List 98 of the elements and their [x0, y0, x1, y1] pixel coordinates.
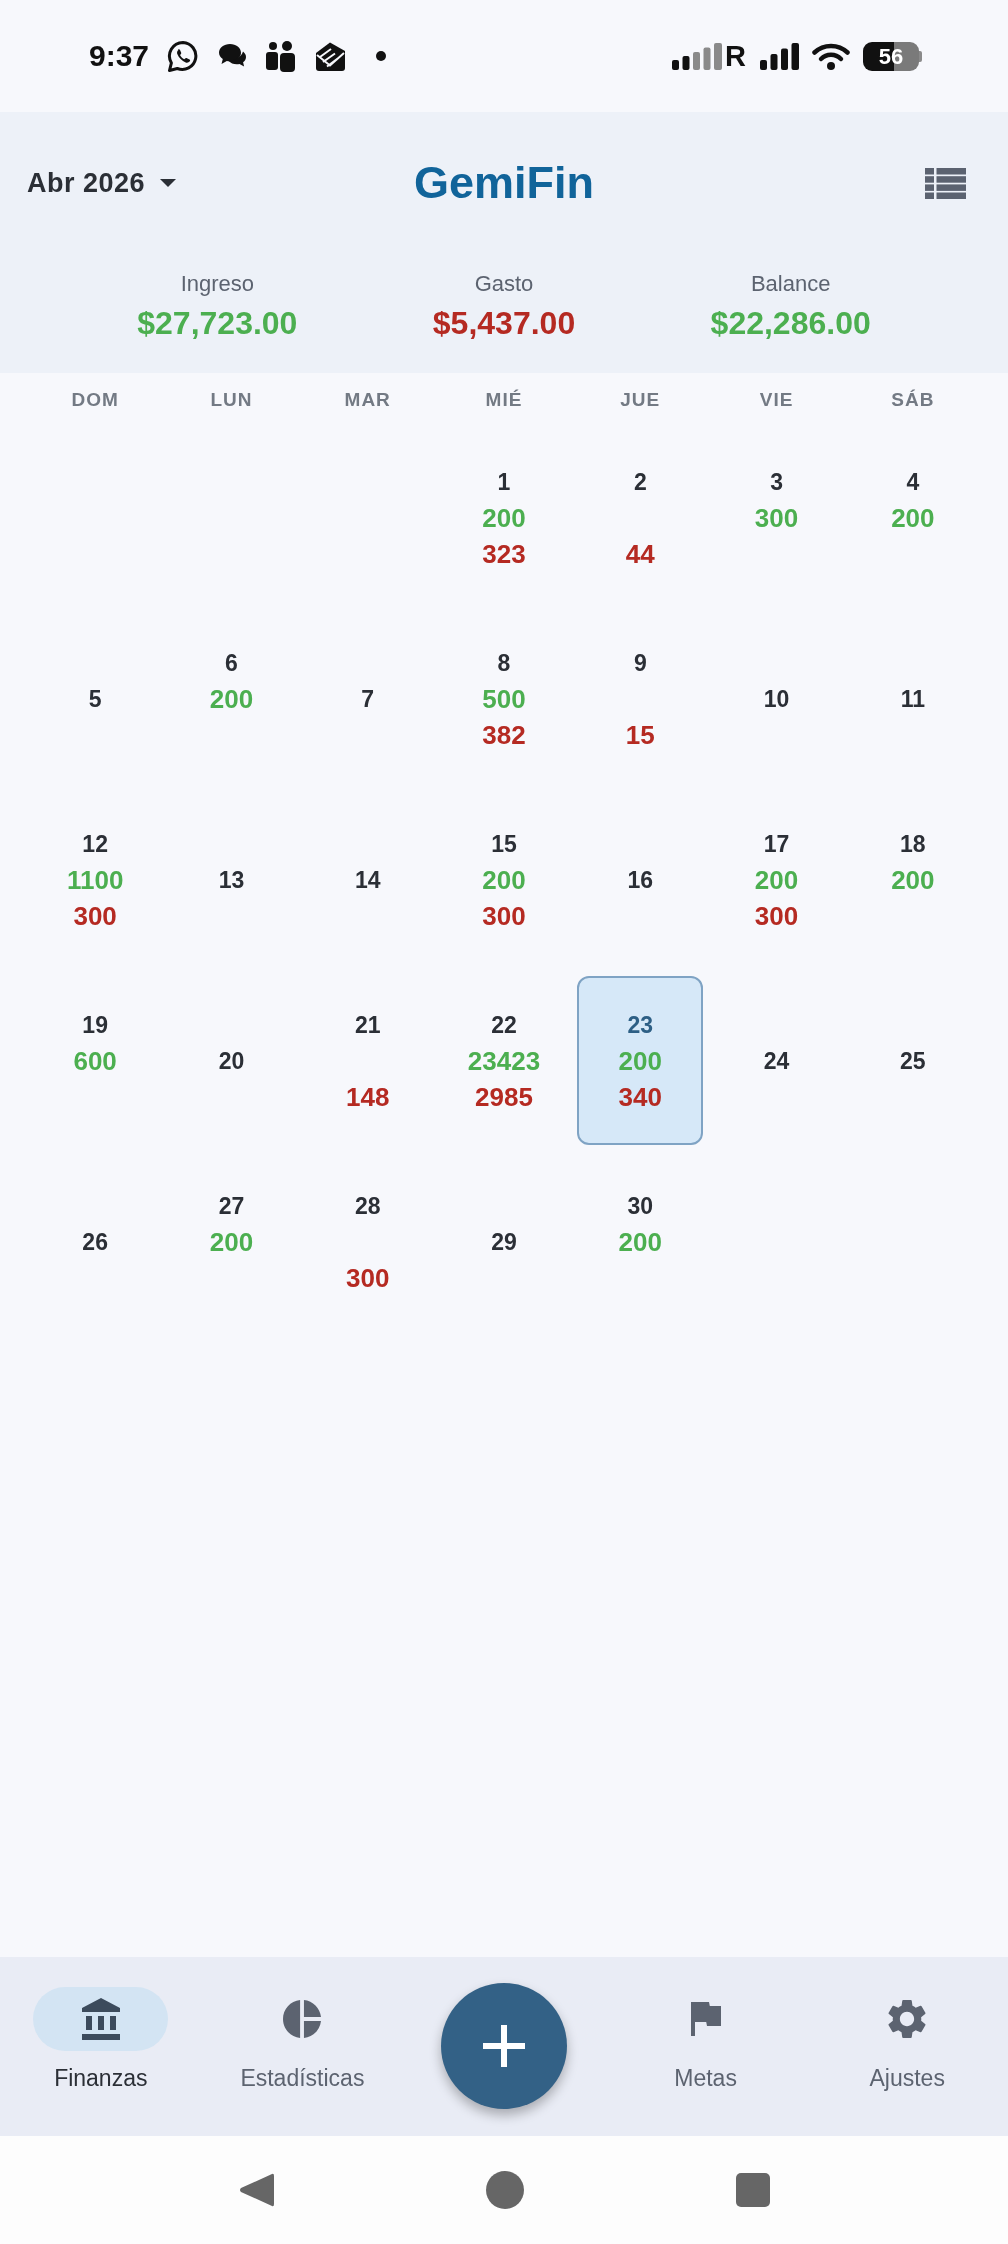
day-number[interactable]: 3: [770, 463, 783, 500]
add-button[interactable]: [441, 1983, 567, 2109]
signal-icon: [672, 42, 723, 70]
day-number[interactable]: 19: [82, 1006, 108, 1043]
list-icon: [925, 167, 966, 199]
selected-day-highlight[interactable]: 23 200 340: [577, 976, 704, 1145]
dropdown-caret-icon: [160, 179, 177, 187]
app-title: GemiFin: [414, 156, 594, 210]
day-number[interactable]: 5: [88, 680, 102, 717]
back-icon[interactable]: [238, 2171, 274, 2209]
dot-icon: [376, 51, 387, 61]
day-number[interactable]: 29: [491, 1223, 517, 1260]
expense-amount: 300: [482, 899, 526, 933]
income-amount: 200: [754, 863, 799, 897]
day-number[interactable]: 28: [354, 1187, 381, 1224]
day-number[interactable]: 14: [354, 861, 381, 898]
day-number[interactable]: 9: [633, 644, 647, 681]
plus-icon: [483, 2025, 525, 2067]
summary-value: $5,437.00: [432, 304, 576, 343]
income-amount: 200: [209, 1225, 254, 1259]
clock-time: 9:37: [89, 38, 150, 74]
day-number[interactable]: 24: [763, 1042, 790, 1079]
summary-label: Ingreso: [180, 270, 254, 298]
weekday-label: MIÉ: [485, 388, 523, 412]
day-number[interactable]: 23: [627, 1006, 654, 1043]
day-number[interactable]: 17: [763, 825, 790, 862]
expense-amount: 44: [625, 537, 655, 571]
day-number[interactable]: 13: [218, 861, 245, 898]
day-number[interactable]: 22: [491, 1006, 517, 1043]
list-view-button[interactable]: [925, 167, 966, 199]
weekday-label: DOM: [71, 388, 119, 412]
people-icon: [266, 40, 296, 72]
day-number[interactable]: 8: [497, 644, 511, 681]
day-number[interactable]: 30: [627, 1187, 654, 1224]
income-amount: 200: [618, 1044, 662, 1078]
income-amount: 200: [618, 1225, 662, 1259]
month-selector[interactable]: Abr 2026: [27, 165, 177, 201]
day-number[interactable]: 20: [218, 1042, 245, 1079]
expense-amount: 148: [346, 1080, 390, 1114]
income-amount: 1100: [66, 863, 124, 897]
expense-amount: 323: [482, 537, 526, 571]
expense-amount: 340: [618, 1080, 662, 1114]
expense-amount: 300: [73, 899, 117, 933]
day-number[interactable]: 10: [763, 680, 790, 717]
summary-value: $22,286.00: [710, 304, 871, 343]
expense-amount: 300: [346, 1261, 390, 1295]
weekday-label: SÁB: [891, 388, 935, 412]
income-amount: 200: [891, 501, 935, 535]
weekday-label: LUN: [210, 388, 253, 412]
income-amount: 200: [482, 501, 526, 535]
summary-value: $27,723.00: [137, 304, 298, 343]
expense-amount: 382: [482, 718, 526, 752]
chat-phone-icon: [167, 39, 200, 73]
package-icon: [314, 40, 348, 72]
day-number[interactable]: 1: [497, 463, 511, 500]
battery-indicator: 56: [863, 41, 922, 71]
weekday-label: MAR: [344, 388, 391, 412]
income-amount: 23423: [467, 1044, 541, 1078]
day-number[interactable]: 4: [906, 463, 920, 500]
wifi-icon: [812, 42, 850, 70]
day-number[interactable]: 27: [218, 1187, 245, 1224]
day-number[interactable]: 11: [900, 680, 925, 717]
income-amount: 200: [482, 863, 526, 897]
home-icon[interactable]: [485, 2171, 524, 2209]
expense-amount: 2985: [475, 1080, 533, 1114]
day-number[interactable]: 2: [633, 463, 647, 500]
expense-amount: 300: [754, 899, 799, 933]
income-amount: 300: [754, 501, 799, 535]
weekday-label: JUE: [620, 388, 661, 412]
income-amount: 200: [209, 682, 254, 716]
weekday-label: VIE: [759, 388, 794, 412]
day-number[interactable]: 26: [82, 1223, 108, 1260]
nav-tab[interactable]: Ajustes: [839, 1957, 975, 2093]
chat-bubble-icon: [218, 43, 248, 69]
day-number[interactable]: 21: [354, 1006, 381, 1043]
nav-tab[interactable]: Metas: [638, 1957, 774, 2093]
day-number[interactable]: 18: [900, 825, 926, 862]
day-number[interactable]: 25: [900, 1042, 926, 1079]
income-amount: 600: [73, 1044, 117, 1078]
recents-icon[interactable]: [735, 2173, 770, 2207]
income-amount: 500: [482, 682, 526, 716]
summary-label: Gasto: [474, 270, 534, 298]
day-number[interactable]: 7: [361, 680, 375, 717]
roaming-label: R: [725, 40, 746, 72]
flag-icon: [690, 2002, 721, 2036]
day-number[interactable]: 12: [82, 825, 108, 862]
nav-tab[interactable]: Finanzas: [33, 1957, 169, 2093]
day-number[interactable]: 6: [225, 644, 238, 681]
bank-icon: [81, 1998, 120, 2040]
nav-tab[interactable]: Estadísticas: [234, 1957, 370, 2093]
summary-label: Balance: [750, 270, 831, 298]
signal-icon: [760, 42, 799, 70]
income-amount: 200: [891, 863, 935, 897]
day-number[interactable]: 15: [491, 825, 517, 862]
expense-amount: 15: [625, 718, 655, 752]
day-number[interactable]: 16: [627, 861, 654, 898]
gear-icon: [888, 1999, 927, 2039]
pie-chart-icon: [283, 2000, 322, 2038]
